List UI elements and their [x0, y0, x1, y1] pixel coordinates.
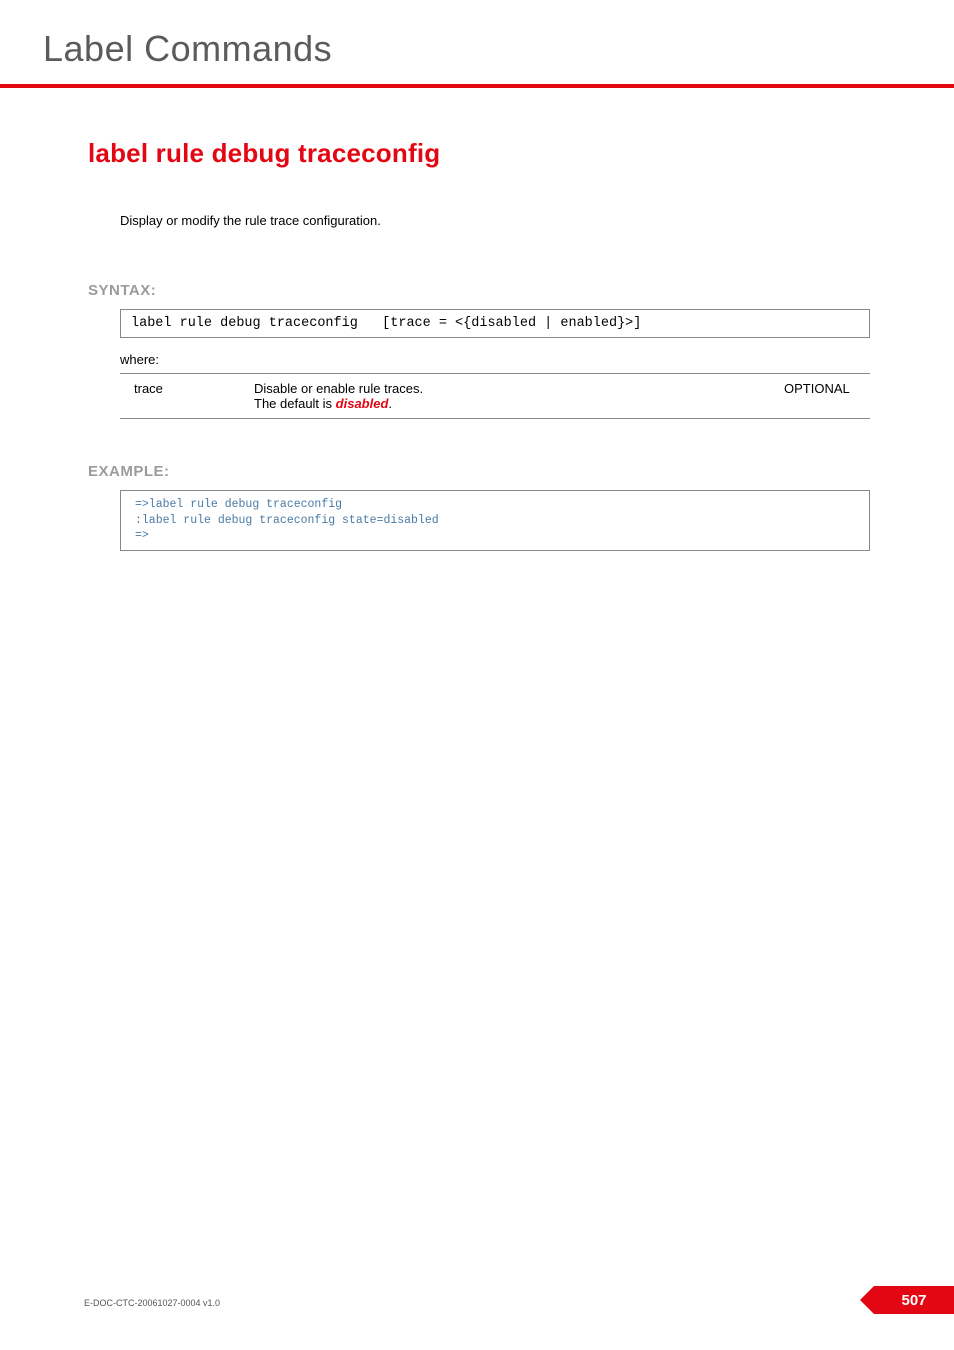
- command-description: Display or modify the rule trace configu…: [120, 213, 870, 228]
- param-default-value: disabled: [336, 396, 389, 411]
- example-label: EXAMPLE:: [88, 463, 870, 480]
- param-default-prefix: The default is: [254, 396, 336, 411]
- syntax-code: label rule debug traceconfig [trace = <{…: [120, 309, 870, 338]
- param-default-suffix: .: [388, 396, 392, 411]
- command-title: label rule debug traceconfig: [88, 138, 870, 169]
- param-requirement: OPTIONAL: [770, 374, 870, 419]
- page-number-badge: 507: [874, 1286, 954, 1314]
- param-name: trace: [120, 374, 240, 419]
- doc-id: E-DOC-CTC-20061027-0004 v1.0: [84, 1298, 220, 1308]
- syntax-label: SYNTAX:: [88, 282, 870, 299]
- param-desc-line1: Disable or enable rule traces.: [254, 381, 423, 396]
- page-number: 507: [901, 1292, 926, 1309]
- params-table: trace Disable or enable rule traces. The…: [120, 373, 870, 419]
- param-desc: Disable or enable rule traces. The defau…: [240, 374, 770, 419]
- chapter-title: Label Commands: [0, 0, 954, 84]
- example-code: =>label rule debug traceconfig :label ru…: [120, 490, 870, 551]
- page-footer: E-DOC-CTC-20061027-0004 v1.0 507: [0, 1286, 954, 1314]
- table-row: trace Disable or enable rule traces. The…: [120, 374, 870, 419]
- where-label: where:: [120, 352, 870, 367]
